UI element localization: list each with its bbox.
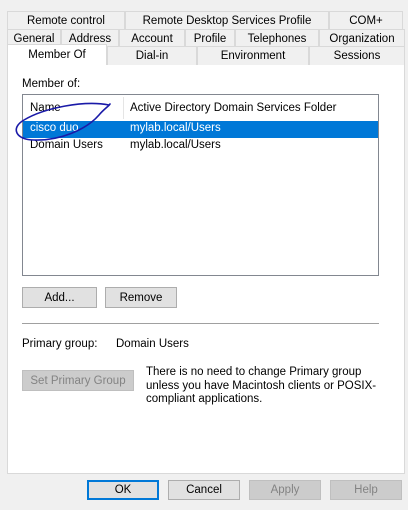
ok-button[interactable]: OK — [87, 480, 159, 500]
tab-remote-control[interactable]: Remote control — [7, 11, 125, 30]
tab-dial-in[interactable]: Dial-in — [107, 46, 197, 65]
help-button[interactable]: Help — [330, 480, 402, 500]
divider-highlight — [22, 324, 379, 325]
tab-sessions[interactable]: Sessions — [309, 46, 405, 65]
member-of-label: Member of: — [22, 78, 81, 90]
tab-row-1: Remote control Remote Desktop Services P… — [7, 11, 403, 30]
row-folder: mylab.local/Users — [130, 122, 221, 134]
primary-group-note: There is no need to change Primary group… — [146, 366, 377, 405]
tab-environment[interactable]: Environment — [197, 46, 309, 65]
primary-group-label: Primary group: — [22, 338, 98, 350]
set-primary-group-button[interactable]: Set Primary Group — [22, 370, 134, 391]
tab-row-3: Member Of Dial-in Environment Sessions — [7, 44, 405, 65]
tab-member-of[interactable]: Member Of — [7, 44, 107, 65]
row-folder: mylab.local/Users — [130, 139, 221, 151]
tab-remote-desktop-services-profile[interactable]: Remote Desktop Services Profile — [125, 11, 329, 30]
add-button[interactable]: Add... — [22, 287, 97, 308]
column-header-folder[interactable]: Active Directory Domain Services Folder — [130, 102, 336, 114]
annotation-scribble — [15, 102, 111, 141]
apply-button[interactable]: Apply — [249, 480, 321, 500]
tab-com-plus[interactable]: COM+ — [329, 11, 403, 30]
remove-button[interactable]: Remove — [105, 287, 177, 308]
cancel-button[interactable]: Cancel — [168, 480, 240, 500]
primary-group-value: Domain Users — [116, 338, 189, 350]
column-separator[interactable] — [123, 97, 124, 119]
